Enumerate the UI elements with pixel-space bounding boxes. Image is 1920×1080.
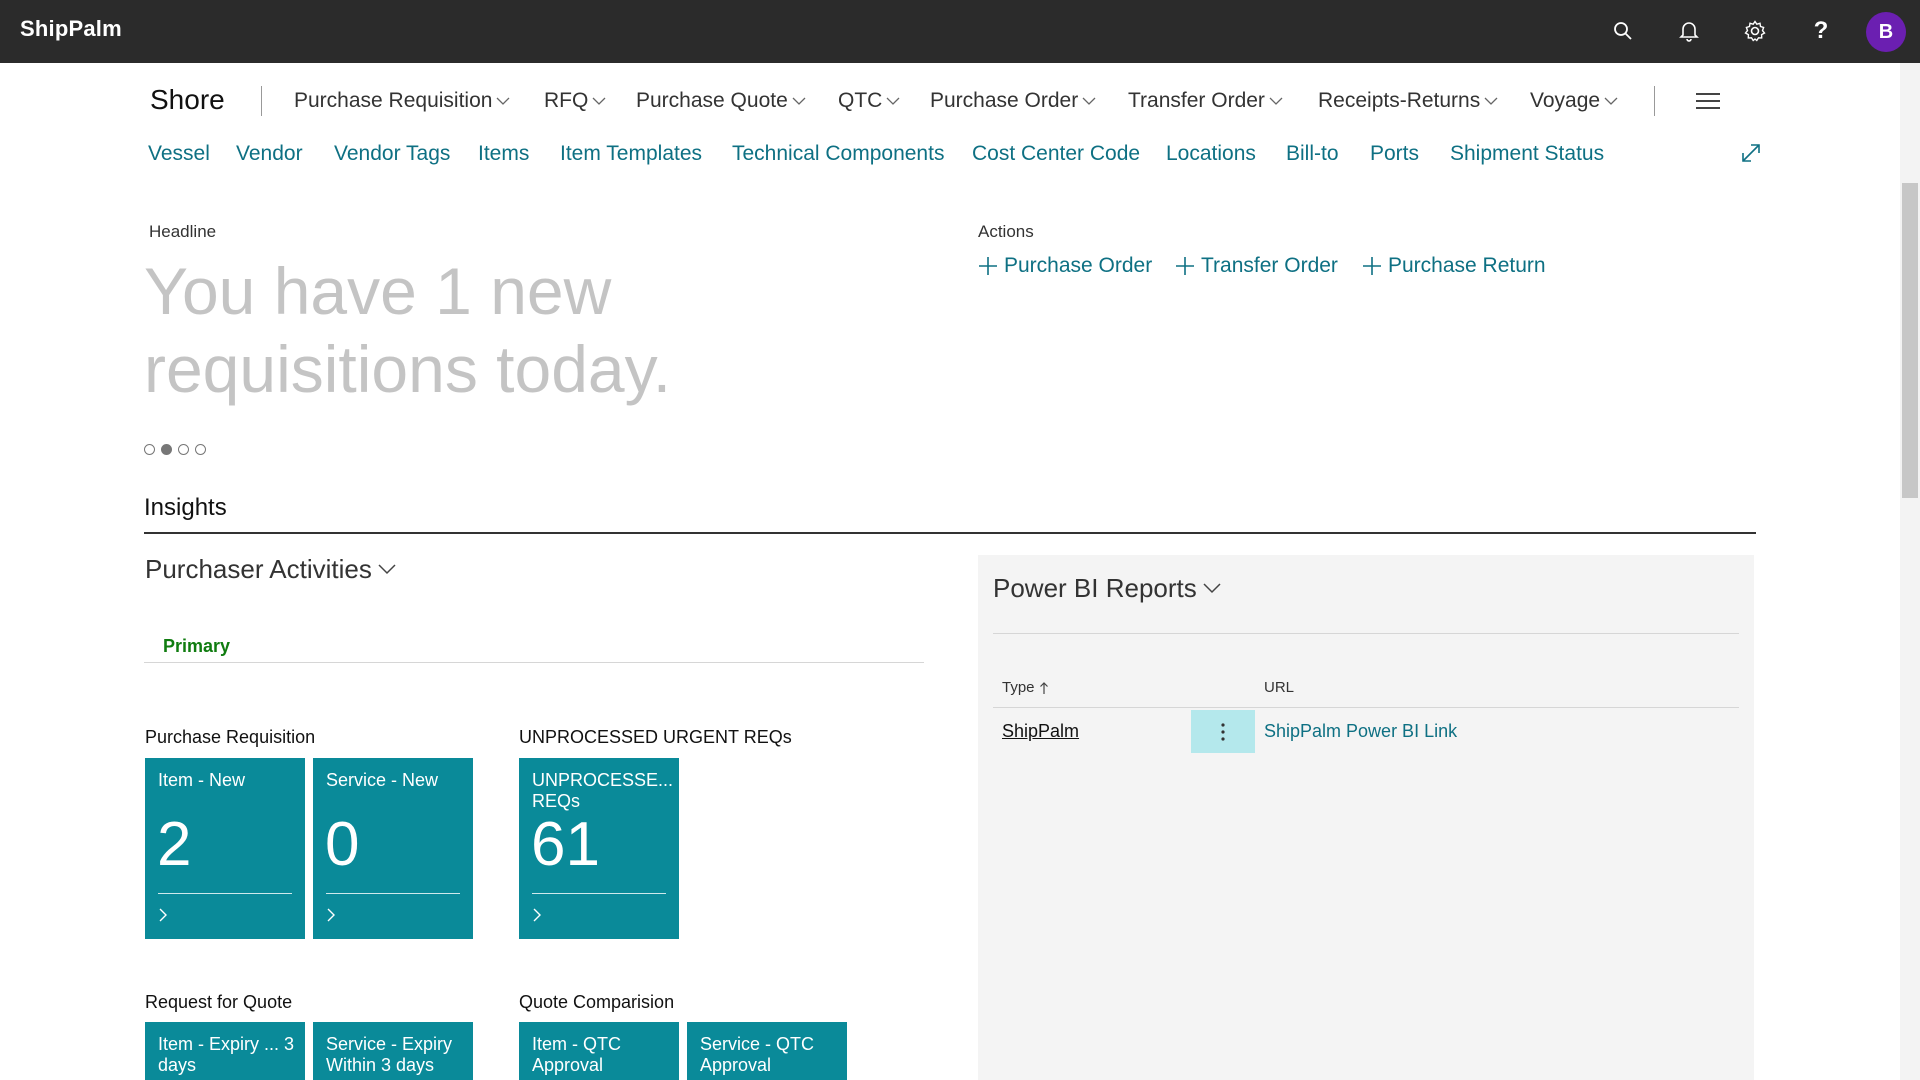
chevron-down-icon: [886, 97, 900, 106]
tile-unprocessed-reqs[interactable]: UNPROCESSE... REQs 61: [519, 758, 679, 939]
link-bill-to[interactable]: Bill-to: [1286, 142, 1339, 166]
menu-transfer-order[interactable]: Transfer Order: [1128, 89, 1283, 113]
tile-service-new[interactable]: Service - New 0: [313, 758, 473, 939]
power-bi-panel: Power BI Reports Type URL ShipPalm ShipP…: [978, 555, 1754, 1080]
plus-icon: [1362, 256, 1382, 276]
menu-rfq[interactable]: RFQ: [544, 89, 606, 113]
tile-label: Item - Expiry ... 3 days: [158, 1034, 295, 1075]
nav-separator: [1654, 86, 1655, 116]
purchaser-activities-title[interactable]: Purchaser Activities: [145, 554, 396, 585]
chevron-right-icon: [533, 908, 542, 922]
tab-primary[interactable]: Primary: [163, 636, 230, 657]
page-scrollbar[interactable]: [1900, 63, 1920, 1080]
column-header-url[interactable]: URL: [1264, 679, 1294, 696]
headline-label: Headline: [149, 222, 217, 241]
sort-ascending-icon: [1039, 681, 1049, 695]
chevron-down-icon: [1484, 97, 1498, 106]
headline-pager[interactable]: [144, 444, 206, 455]
action-new-purchase-return[interactable]: Purchase Return: [1362, 254, 1546, 278]
insights-title: Insights: [144, 494, 227, 521]
pager-dot[interactable]: [195, 444, 206, 455]
table-header-divider: [993, 707, 1739, 708]
link-vessel[interactable]: Vessel: [148, 142, 210, 166]
menu-purchase-requisition[interactable]: Purchase Requisition: [294, 89, 510, 113]
row-actions-icon[interactable]: [1191, 710, 1255, 753]
link-vendor[interactable]: Vendor: [236, 142, 303, 166]
tile-label: Service - QTC Approval: [700, 1034, 815, 1075]
tile-service-expiry[interactable]: Service - Expiry Within 3 days: [313, 1022, 473, 1080]
chevron-down-icon: [792, 97, 806, 106]
panel-divider: [993, 633, 1739, 634]
action-new-purchase-order[interactable]: Purchase Order: [978, 254, 1152, 278]
link-technical-components[interactable]: Technical Components: [732, 142, 944, 166]
nav-separator: [261, 86, 262, 116]
link-vendor-tags[interactable]: Vendor Tags: [334, 142, 450, 166]
group-title-request-for-quote: Request for Quote: [145, 992, 293, 1012]
chevron-down-icon: [1604, 97, 1618, 106]
gear-icon[interactable]: [1738, 14, 1772, 48]
tile-label: Service - Expiry Within 3 days: [326, 1034, 453, 1075]
link-locations[interactable]: Locations: [1166, 142, 1256, 166]
tile-item-qtc-approval[interactable]: Item - QTC Approval: [519, 1022, 679, 1080]
headline-text: You have 1 new requisitions today.: [144, 254, 672, 406]
menu-receipts-returns[interactable]: Receipts-Returns: [1318, 89, 1498, 113]
link-ports[interactable]: Ports: [1370, 142, 1419, 166]
row-url-link[interactable]: ShipPalm Power BI Link: [1264, 721, 1457, 742]
pager-dot[interactable]: [144, 444, 155, 455]
menu-purchase-order[interactable]: Purchase Order: [930, 89, 1096, 113]
role-center-title: Shore: [150, 84, 225, 115]
link-cost-center-code[interactable]: Cost Center Code: [972, 142, 1140, 166]
chevron-right-icon: [327, 908, 336, 922]
brand-name[interactable]: ShipPalm: [20, 16, 122, 42]
chevron-down-icon: [1082, 97, 1096, 106]
tile-label: UNPROCESSE... REQs: [532, 770, 674, 811]
search-icon[interactable]: [1606, 14, 1640, 48]
tile-divider: [326, 893, 460, 894]
power-bi-reports-title[interactable]: Power BI Reports: [993, 573, 1221, 604]
tile-value: 2: [157, 810, 192, 879]
actions-label: Actions: [978, 222, 1034, 241]
tile-item-new[interactable]: Item - New 2: [145, 758, 305, 939]
app-bar: ShipPalm ? B: [0, 0, 1920, 63]
menu-qtc[interactable]: QTC: [838, 89, 900, 113]
tile-label: Item - New: [158, 770, 246, 790]
group-title-unprocessed-urgent-reqs: UNPROCESSED URGENT REQs: [519, 727, 792, 747]
tile-value: 61: [531, 810, 600, 879]
column-header-type[interactable]: Type: [1002, 679, 1049, 696]
group-title-purchase-requisition: Purchase Requisition: [145, 727, 316, 747]
tile-value: 0: [325, 810, 360, 879]
plus-icon: [978, 256, 998, 276]
help-icon[interactable]: ?: [1804, 14, 1838, 48]
tab-divider: [144, 662, 924, 663]
tile-divider: [158, 893, 292, 894]
action-new-transfer-order[interactable]: Transfer Order: [1175, 254, 1338, 278]
chevron-right-icon: [159, 908, 168, 922]
tile-item-expiry[interactable]: Item - Expiry ... 3 days: [145, 1022, 305, 1080]
pager-dot-active[interactable]: [161, 444, 172, 455]
menu-voyage[interactable]: Voyage: [1530, 89, 1618, 113]
tile-label: Item - QTC Approval: [532, 1034, 621, 1075]
chevron-down-icon: [1203, 583, 1221, 594]
tile-label: Service - New: [326, 770, 439, 790]
scrollbar-thumb[interactable]: [1902, 183, 1918, 498]
hamburger-menu-icon[interactable]: [1696, 93, 1720, 109]
bell-icon[interactable]: [1672, 14, 1706, 48]
row-type-link[interactable]: ShipPalm: [1002, 721, 1079, 742]
group-title-quote-comparision: Quote Comparision: [519, 992, 675, 1012]
chevron-down-icon: [496, 97, 510, 106]
user-avatar[interactable]: B: [1866, 12, 1906, 52]
chevron-down-icon: [378, 564, 396, 575]
menu-purchase-quote[interactable]: Purchase Quote: [636, 89, 806, 113]
insights-divider: [144, 532, 1756, 534]
expand-icon[interactable]: [1740, 142, 1762, 164]
tile-service-qtc-approval[interactable]: Service - QTC Approval: [687, 1022, 847, 1080]
link-items[interactable]: Items: [478, 142, 529, 166]
chevron-down-icon: [1269, 97, 1283, 106]
plus-icon: [1175, 256, 1195, 276]
tile-divider: [532, 893, 666, 894]
pager-dot[interactable]: [178, 444, 189, 455]
link-item-templates[interactable]: Item Templates: [560, 142, 702, 166]
link-shipment-status[interactable]: Shipment Status: [1450, 142, 1604, 166]
chevron-down-icon: [592, 97, 606, 106]
